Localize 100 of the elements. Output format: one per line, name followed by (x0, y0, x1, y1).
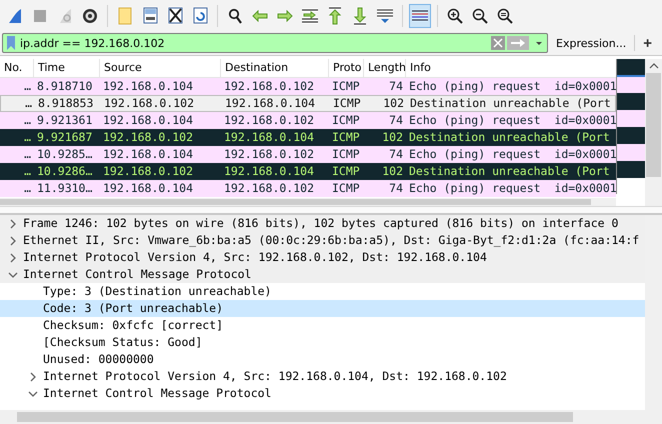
table-cell-text: 8.918710 (36, 78, 94, 95)
table-cell-text: 192.168.0.104 (224, 96, 316, 111)
chevron-right-icon[interactable] (8, 218, 18, 228)
search-icon (228, 8, 242, 24)
packet-row[interactable]: … 10.9285… 192.168.0.104 192.168.0.102 ICMP 74 Echo (ping) request id=0x0001 (0, 146, 616, 163)
tree-item[interactable]: Unused: 00000000 (43, 351, 645, 368)
chevron-right-icon[interactable] (28, 372, 38, 382)
table-cell-text: 192.168.0.102 (102, 163, 194, 180)
column-header[interactable]: Proto (329, 59, 364, 77)
table-cell-text: … (23, 146, 32, 163)
packet-row[interactable]: … 9.921361 192.168.0.104 192.168.0.102 ICMP 74 Echo (ping) request id=0x0001 (0, 112, 616, 129)
table-cell-text: 192.168.0.104 (102, 78, 194, 95)
table-cell-text: 9.921361 (36, 112, 94, 129)
table-cell-text: 192.168.0.102 (223, 180, 316, 197)
table-cell-text: 192.168.0.102 (102, 129, 194, 146)
up-arrow-icon (328, 6, 342, 24)
packet-row[interactable]: … 9.921687 192.168.0.102 192.168.0.104 ICMP 102 Destination unreachable (Port (0, 129, 616, 146)
table-cell-text: Destination unreachable (Port (408, 129, 611, 146)
packet-row[interactable]: … 11.9310… 192.168.0.104 192.168.0.102 ICMP 74 Echo (ping) request id=0x0001 (0, 180, 616, 197)
right-arrow-icon (277, 10, 293, 22)
shark-fin-icon (7, 8, 23, 24)
zoom-out-icon (472, 8, 488, 24)
table-cell-text: … (23, 78, 32, 95)
packet-row[interactable]: … 8.918710 192.168.0.104 192.168.0.102 ICMP 74 Echo (ping) request id=0x0001 (0, 78, 616, 95)
column-header[interactable]: No. (0, 59, 34, 77)
table-cell-text: 74 (388, 112, 404, 129)
table-cell-text: Echo (ping) request id=0x0001 (408, 180, 616, 197)
vertical-scrollbar[interactable] (645, 215, 662, 410)
column-header[interactable]: Length (364, 59, 406, 77)
table-cell-text: 8.918853 (37, 96, 94, 111)
table-cell-text: 74 (388, 146, 404, 163)
table-cell-text: 192.168.0.104 (102, 146, 194, 163)
table-cell-text: … (23, 163, 32, 180)
zoom-reset-icon (497, 8, 513, 24)
table-cell-text: Destination unreachable (Port (408, 163, 611, 180)
table-cell-text: ICMP (331, 78, 361, 95)
table-cell-text: Destination unreachable (Port (409, 96, 612, 111)
table-cell-text: … (23, 180, 32, 197)
table-cell-text: 192.168.0.102 (223, 78, 316, 95)
colorize-lines-icon (411, 8, 429, 22)
display-filter-box[interactable]: ip.addr == 192.168.0.102 (2, 33, 548, 53)
chevron-down-icon[interactable] (8, 270, 18, 280)
table-cell-text: ICMP (332, 96, 362, 111)
tree-item[interactable]: Internet Control Message Protocol (43, 385, 645, 402)
table-cell-text: 192.168.0.104 (223, 129, 316, 146)
folder-icon (118, 6, 132, 24)
zoom-in-icon (447, 8, 463, 24)
horizontal-scrollbar[interactable] (0, 198, 616, 206)
binary-file-icon (142, 7, 158, 24)
table-cell-text: Echo (ping) request id=0x0001 (408, 78, 616, 95)
column-header[interactable]: Destination (221, 59, 329, 77)
tree-item[interactable]: Checksum: 0xfcfc [correct] (43, 317, 645, 334)
column-header[interactable]: Source (100, 59, 221, 77)
column-header[interactable]: Time (34, 59, 100, 77)
table-cell-text: 192.168.0.104 (223, 163, 316, 180)
left-arrow-icon (252, 10, 268, 22)
table-cell-text: 10.9285… (36, 146, 94, 163)
table-cell-text: 9.921687 (36, 129, 94, 146)
packet-row[interactable]: … 8.918853 192.168.0.102 192.168.0.104 ICMP 102 Destination unreachable (Port (0, 95, 616, 112)
table-cell-text: 74 (388, 180, 404, 197)
add-filter-button[interactable]: + (635, 34, 660, 52)
table-cell-text: 74 (388, 78, 404, 95)
tree-item[interactable]: Internet Protocol Version 4, Src: 192.168.0.104, Dst: 192.168.0.102 (43, 368, 645, 385)
chevron-down-icon[interactable] (28, 388, 38, 398)
table-cell-text: … (23, 112, 32, 129)
restart-icon (57, 8, 73, 24)
down-arrow-icon (353, 6, 367, 24)
table-cell-text: ICMP (331, 163, 361, 180)
table-cell-text: 192.168.0.102 (103, 96, 196, 111)
toolbar-button[interactable] (409, 4, 431, 28)
table-cell-text: ICMP (331, 180, 361, 197)
table-cell-text: 192.168.0.102 (223, 146, 316, 163)
gear-icon (82, 8, 98, 24)
vertical-scrollbar[interactable] (645, 59, 662, 206)
table-cell-text: 192.168.0.104 (102, 112, 194, 129)
table-cell-text: Echo (ping) request id=0x0001 (408, 112, 616, 129)
table-cell-text: Echo (ping) request id=0x0001 (408, 146, 616, 163)
stop-icon (33, 8, 47, 22)
chevron-right-icon[interactable] (8, 236, 18, 246)
autoscroll-icon (376, 8, 394, 24)
table-cell-text: ICMP (331, 146, 361, 163)
table-cell-text: … (23, 129, 32, 146)
reload-file-icon (192, 7, 208, 24)
packet-row[interactable]: … 10.9286… 192.168.0.102 192.168.0.104 ICMP 102 Destination unreachable (Port (0, 163, 616, 180)
table-cell-text: 192.168.0.104 (102, 180, 194, 197)
scroll-up-icon[interactable] (648, 63, 659, 69)
table-cell-text: 102 (381, 163, 404, 180)
tree-item[interactable]: [Checksum Status: Good] (43, 334, 645, 351)
table-cell-text: 192.168.0.102 (223, 112, 316, 129)
table-cell-text: 10.9286… (36, 163, 94, 180)
table-cell-text: 102 (381, 129, 404, 146)
clear-icon[interactable] (491, 36, 506, 50)
expression-button[interactable]: Expression... (548, 36, 634, 50)
table-cell-text: 11.9310… (36, 180, 94, 197)
table-cell-text: ICMP (331, 129, 361, 146)
horizontal-scrollbar[interactable] (0, 410, 662, 424)
table-cell-text: ICMP (331, 112, 361, 129)
chevron-right-icon[interactable] (8, 252, 18, 262)
close-file-icon (168, 7, 182, 24)
tree-item[interactable]: Type: 3 (Destination unreachable) (43, 283, 645, 300)
